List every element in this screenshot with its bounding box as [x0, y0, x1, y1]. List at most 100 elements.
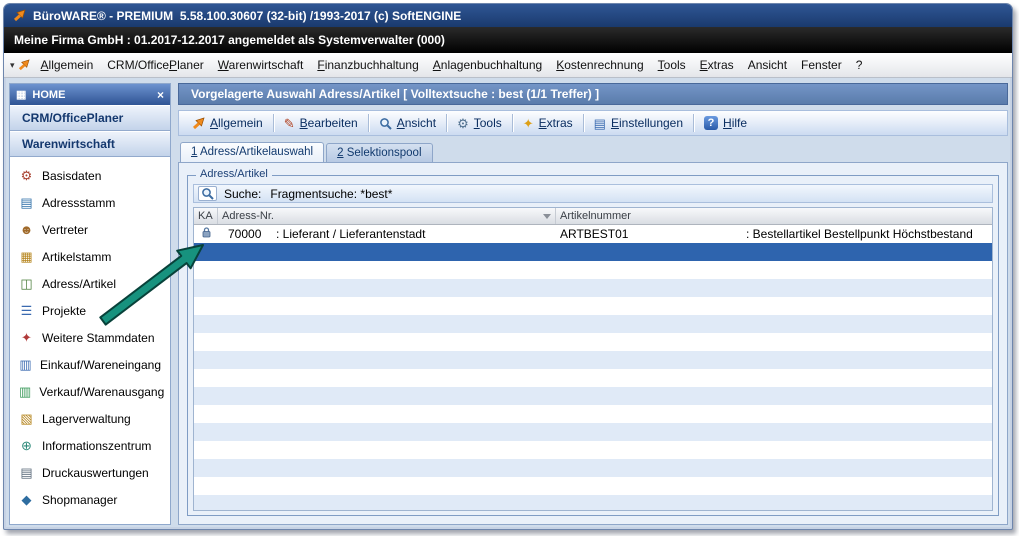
empty-row[interactable] [194, 441, 992, 459]
home-panel-icon: ▦ [16, 88, 26, 101]
menu-warenwirtschaft[interactable]: Warenwirtschaft [211, 54, 311, 76]
column-header-artikelnummer[interactable]: Artikelnummer [556, 208, 992, 224]
menu-finanzbuchhaltung[interactable]: Finanzbuchhaltung [310, 54, 425, 76]
search-bar[interactable]: Suche: Fragmentsuche: *best* [193, 184, 993, 203]
empty-row[interactable] [194, 369, 992, 387]
app-body: ▦ HOME × CRM/OfficePlanerWarenwirtschaft… [4, 78, 1012, 529]
tab-2-selektionspool[interactable]: 2 Selektionspool [326, 143, 432, 162]
company-status-bar: Meine Firma GmbH : 01.2017-12.2017 angem… [4, 27, 1012, 53]
sidebar-item-basisdaten[interactable]: ⚙Basisdaten [10, 162, 170, 189]
lock-icon [202, 227, 211, 241]
sidebar-item-label: Einkauf/Wareneingang [40, 358, 161, 372]
titlebar[interactable]: BüroWARE® - PREMIUM 5.58.100.30607 (32-b… [4, 4, 1012, 27]
weitere-stammdaten-icon: ✦ [19, 331, 34, 344]
company-status-text: Meine Firma GmbH : 01.2017-12.2017 angem… [14, 33, 445, 47]
extras-button[interactable]: ✦Extras [515, 114, 581, 132]
empty-row[interactable] [194, 351, 992, 369]
search-value: Fragmentsuche: *best* [270, 187, 392, 201]
empty-row[interactable] [194, 297, 992, 315]
sidebar-item-lagerverwaltung[interactable]: ▧Lagerverwaltung [10, 405, 170, 432]
menu-allgemein[interactable]: Allgemein [34, 54, 101, 76]
sort-desc-icon [543, 214, 551, 219]
sidebar-item-label: Informationszentrum [42, 439, 151, 453]
toolbar-button-label: Bearbeiten [300, 116, 358, 130]
empty-row[interactable] [194, 495, 992, 510]
panel-icon: ▤ [594, 117, 606, 130]
chevron-down-icon[interactable]: ▾ [10, 60, 15, 71]
sidebar-item-artikelstamm[interactable]: ▦Artikelstamm [10, 243, 170, 270]
sidebar-item-druckauswertungen[interactable]: ▤ Druckauswertungen [10, 459, 170, 486]
toolbar-separator [693, 114, 694, 132]
sidebar-item-weitere-stammdaten[interactable]: ✦Weitere Stammdaten [10, 324, 170, 351]
app-logo-arrow-icon [13, 9, 26, 22]
toolbar-button-label: Extras [539, 116, 573, 130]
column-header-ka[interactable]: KA [194, 208, 218, 224]
menu-tools[interactable]: Tools [651, 54, 693, 76]
close-icon[interactable]: × [157, 88, 164, 102]
column-header-adress-nr[interactable]: Adress-Nr. [218, 208, 556, 224]
table-body: 70000: Lieferant / LieferantenstadtARTBE… [194, 225, 992, 510]
druckauswertungen-icon: ▤ [19, 466, 34, 479]
ansicht-button[interactable]: Ansicht [371, 114, 444, 132]
ka-cell [194, 227, 218, 241]
tools-button[interactable]: ⚙Tools [449, 114, 510, 132]
empty-row[interactable] [194, 387, 992, 405]
empty-row[interactable] [194, 405, 992, 423]
sidebar-section-crm-officeplaner[interactable]: CRM/OfficePlaner [10, 105, 170, 131]
bearbeiten-button[interactable]: ✎Bearbeiten [276, 114, 366, 132]
empty-row[interactable] [194, 423, 992, 441]
sidebar-item-projekte[interactable]: ☰Projekte [10, 297, 170, 324]
menu-fenster[interactable]: Fenster [794, 54, 849, 76]
empty-row[interactable] [194, 279, 992, 297]
toolbar-button-label: Ansicht [397, 116, 436, 130]
artikelstamm-icon: ▦ [19, 250, 34, 263]
sidebar-item-vertreter[interactable]: ☻Vertreter [10, 216, 170, 243]
selected-row[interactable] [194, 243, 992, 261]
menu-ansicht[interactable]: Ansicht [741, 54, 794, 76]
sidebar-item-adress-artikel[interactable]: ◫Adress/Artikel [10, 270, 170, 297]
menu-kostenrechnung[interactable]: Kostenrechnung [549, 54, 650, 76]
allgemein-button[interactable]: Allgemein [184, 114, 271, 132]
empty-row[interactable] [194, 477, 992, 495]
menu-extras[interactable]: Extras [693, 54, 741, 76]
sidebar-item-shopmanager[interactable]: ◆Shopmanager [10, 486, 170, 513]
toolbar-separator [368, 114, 369, 132]
menu-item-list: AllgemeinCRM/OfficePlanerWarenwirtschaft… [34, 54, 870, 76]
sidebar-item-label: Shopmanager [42, 493, 117, 507]
tab-1-adress-artikelauswahl[interactable]: 1 Adress/Artikelauswahl [180, 142, 324, 162]
help-icon: ? [704, 116, 718, 130]
einkauf-wareneingang-icon: ▥ [19, 358, 32, 371]
toolbar-separator [273, 114, 274, 132]
sidebar-header[interactable]: ▦ HOME × [10, 84, 170, 105]
magnifier-icon [379, 117, 392, 130]
basisdaten-icon: ⚙ [19, 169, 34, 182]
menu-item[interactable]: ? [849, 54, 870, 76]
toolbar-separator [512, 114, 513, 132]
sidebar-item-label: Projekte [42, 304, 86, 318]
sidebar-item-einkauf-wareneingang[interactable]: ▥ Einkauf/Wareneingang [10, 351, 170, 378]
menu-crm-officeplaner[interactable]: CRM/OfficePlaner [100, 54, 211, 76]
sidebar-item-informationszentrum[interactable]: ⊕ Informationszentrum [10, 432, 170, 459]
sidebar-section-warenwirtschaft[interactable]: Warenwirtschaft [10, 131, 170, 157]
informationszentrum-icon: ⊕ [19, 439, 34, 452]
sidebar-home-panel: ▦ HOME × CRM/OfficePlanerWarenwirtschaft… [9, 83, 171, 525]
empty-row[interactable] [194, 333, 992, 351]
sidebar-item-verkauf-warenausgang[interactable]: ▥Verkauf/Warenausgang [10, 378, 170, 405]
empty-row[interactable] [194, 459, 992, 477]
view-title-bar: Vorgelagerte Auswahl Adress/Artikel [ Vo… [178, 83, 1008, 105]
einstellungen-button[interactable]: ▤Einstellungen [586, 114, 691, 132]
empty-row[interactable] [194, 315, 992, 333]
column-label: Artikelnummer [560, 210, 631, 222]
toolbar-button-label: Tools [474, 116, 502, 130]
search-icon[interactable] [198, 186, 217, 201]
column-label: Adress-Nr. [222, 210, 274, 222]
main-area: Vorgelagerte Auswahl Adress/Artikel [ Vo… [178, 83, 1008, 525]
menu-anlagenbuchhaltung[interactable]: Anlagenbuchhaltung [426, 54, 549, 76]
result-row[interactable]: 70000: Lieferant / LieferantenstadtARTBE… [194, 225, 992, 243]
sidebar-item-adressstamm[interactable]: ▤Adressstamm [10, 189, 170, 216]
sidebar-item-label: Druckauswertungen [42, 466, 149, 480]
empty-row[interactable] [194, 261, 992, 279]
adress-nr-value: 70000 [218, 227, 276, 241]
sidebar-item-label: Lagerverwaltung [42, 412, 131, 426]
hilfe-button[interactable]: ?Hilfe [696, 114, 755, 132]
